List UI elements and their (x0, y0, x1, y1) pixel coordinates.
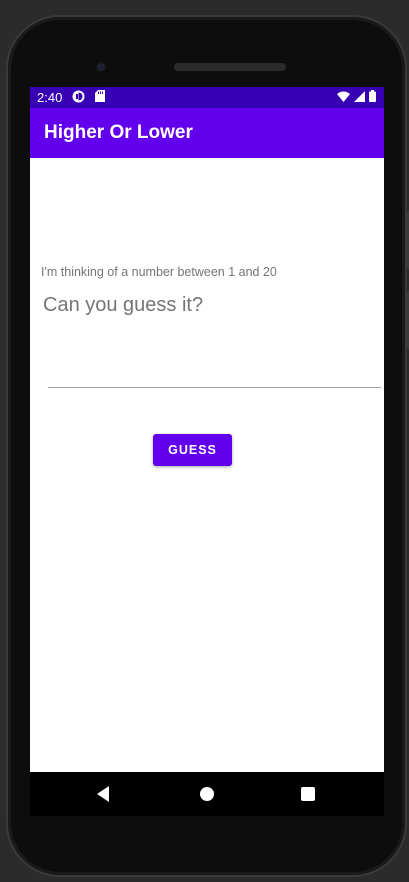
app-title: Higher Or Lower (44, 122, 193, 143)
navigation-bar (30, 772, 384, 816)
guess-button[interactable]: GUESS (153, 434, 232, 466)
back-icon[interactable] (97, 786, 109, 807)
front-camera (95, 61, 107, 73)
app-notification-icon (72, 90, 85, 106)
app-screen: 2:40 Higher Or Lower I'm thinking of a n… (30, 87, 384, 772)
status-time: 2:40 (37, 90, 63, 105)
recents-icon[interactable] (301, 787, 315, 806)
power-button (405, 210, 409, 270)
signal-icon (354, 90, 365, 105)
guess-input-hint[interactable]: Can you guess it? (43, 294, 203, 317)
wifi-icon (337, 90, 350, 105)
status-bar: 2:40 (30, 87, 384, 108)
home-icon[interactable] (200, 787, 214, 806)
battery-icon (369, 90, 376, 105)
prompt-text: I'm thinking of a number between 1 and 2… (41, 265, 277, 279)
app-bar: Higher Or Lower (30, 108, 384, 158)
volume-button (405, 290, 409, 350)
earpiece-speaker (174, 63, 286, 71)
sd-card-icon (95, 90, 106, 105)
main-content: I'm thinking of a number between 1 and 2… (30, 158, 384, 772)
guess-input-underline[interactable] (48, 387, 381, 388)
